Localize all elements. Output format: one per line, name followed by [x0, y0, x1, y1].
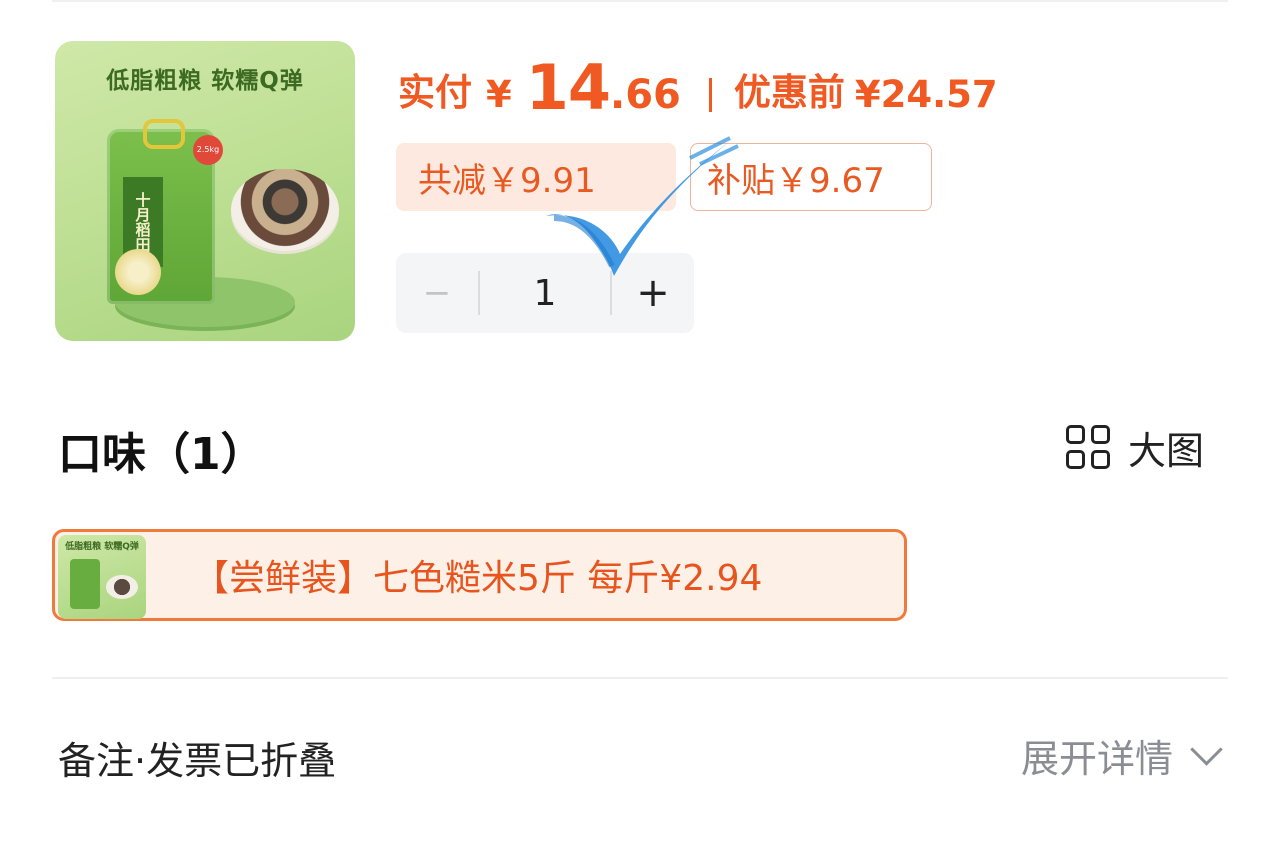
paid-price-cents: .66 [610, 72, 681, 118]
chevron-down-icon [1190, 733, 1223, 766]
grain-bowl-illustration [231, 169, 339, 251]
top-divider [52, 0, 1228, 2]
before-discount-label: 优惠前 [733, 71, 845, 114]
bag-handle [143, 119, 185, 149]
subsidy-text: 补贴￥9.67 [707, 160, 885, 201]
rice-bag-illustration: 2.5kg 十月稻田 [107, 119, 223, 304]
bag-weight-badge: 2.5kg [193, 135, 223, 165]
product-slogan: 低脂粗粮 软糯Q弹 [106, 68, 304, 94]
total-discount-text: 共减￥9.91 [418, 160, 596, 201]
option-thumbnail-bowl [106, 575, 138, 599]
paid-price-integer: 14 [525, 51, 611, 124]
option-label: 【尝鲜装】七色糙米5斤 每斤¥2.94 [193, 558, 763, 599]
expand-details-label: 展开详情 [1020, 737, 1173, 781]
quantity-value[interactable]: 1 [480, 253, 610, 333]
big-view-toggle[interactable]: 大图 [1066, 423, 1204, 473]
option-thumbnail-bag [70, 559, 100, 609]
price-separator [708, 78, 712, 112]
paid-currency: ¥ [486, 73, 512, 116]
remark-invoice-label: 备注·发票已折叠 [58, 739, 337, 783]
subsidy-chip: 补贴￥9.67 [690, 143, 932, 211]
quantity-stepper: − 1 + [396, 253, 694, 333]
flavor-section-title: 口味（1） [58, 429, 265, 480]
decrease-button[interactable]: − [396, 253, 478, 333]
grid-icon [1066, 425, 1110, 469]
option-thumbnail: 低脂粗粮 软糯Q弹 [58, 535, 146, 619]
expand-details-button[interactable]: 展开详情 [1020, 728, 1223, 783]
section-divider [52, 677, 1228, 679]
increase-button[interactable]: + [612, 253, 694, 333]
big-view-label: 大图 [1128, 428, 1205, 473]
option-thumbnail-text: 低脂粗粮 软糯Q弹 [65, 542, 139, 552]
flower-decoration [115, 249, 161, 295]
total-discount-chip[interactable]: 共减￥9.91 [396, 143, 676, 211]
product-image[interactable]: 低脂粗粮 软糯Q弹 2.5kg 十月稻田 [55, 41, 355, 341]
paid-label: 实付 [398, 71, 472, 114]
flavor-option-selected[interactable]: 低脂粗粮 软糯Q弹 【尝鲜装】七色糙米5斤 每斤¥2.94 [52, 529, 907, 621]
price-row: 实付 ¥ 14 .66 优惠前 ¥24.57 [398, 44, 998, 124]
before-discount-price: ¥24.57 [854, 73, 998, 116]
